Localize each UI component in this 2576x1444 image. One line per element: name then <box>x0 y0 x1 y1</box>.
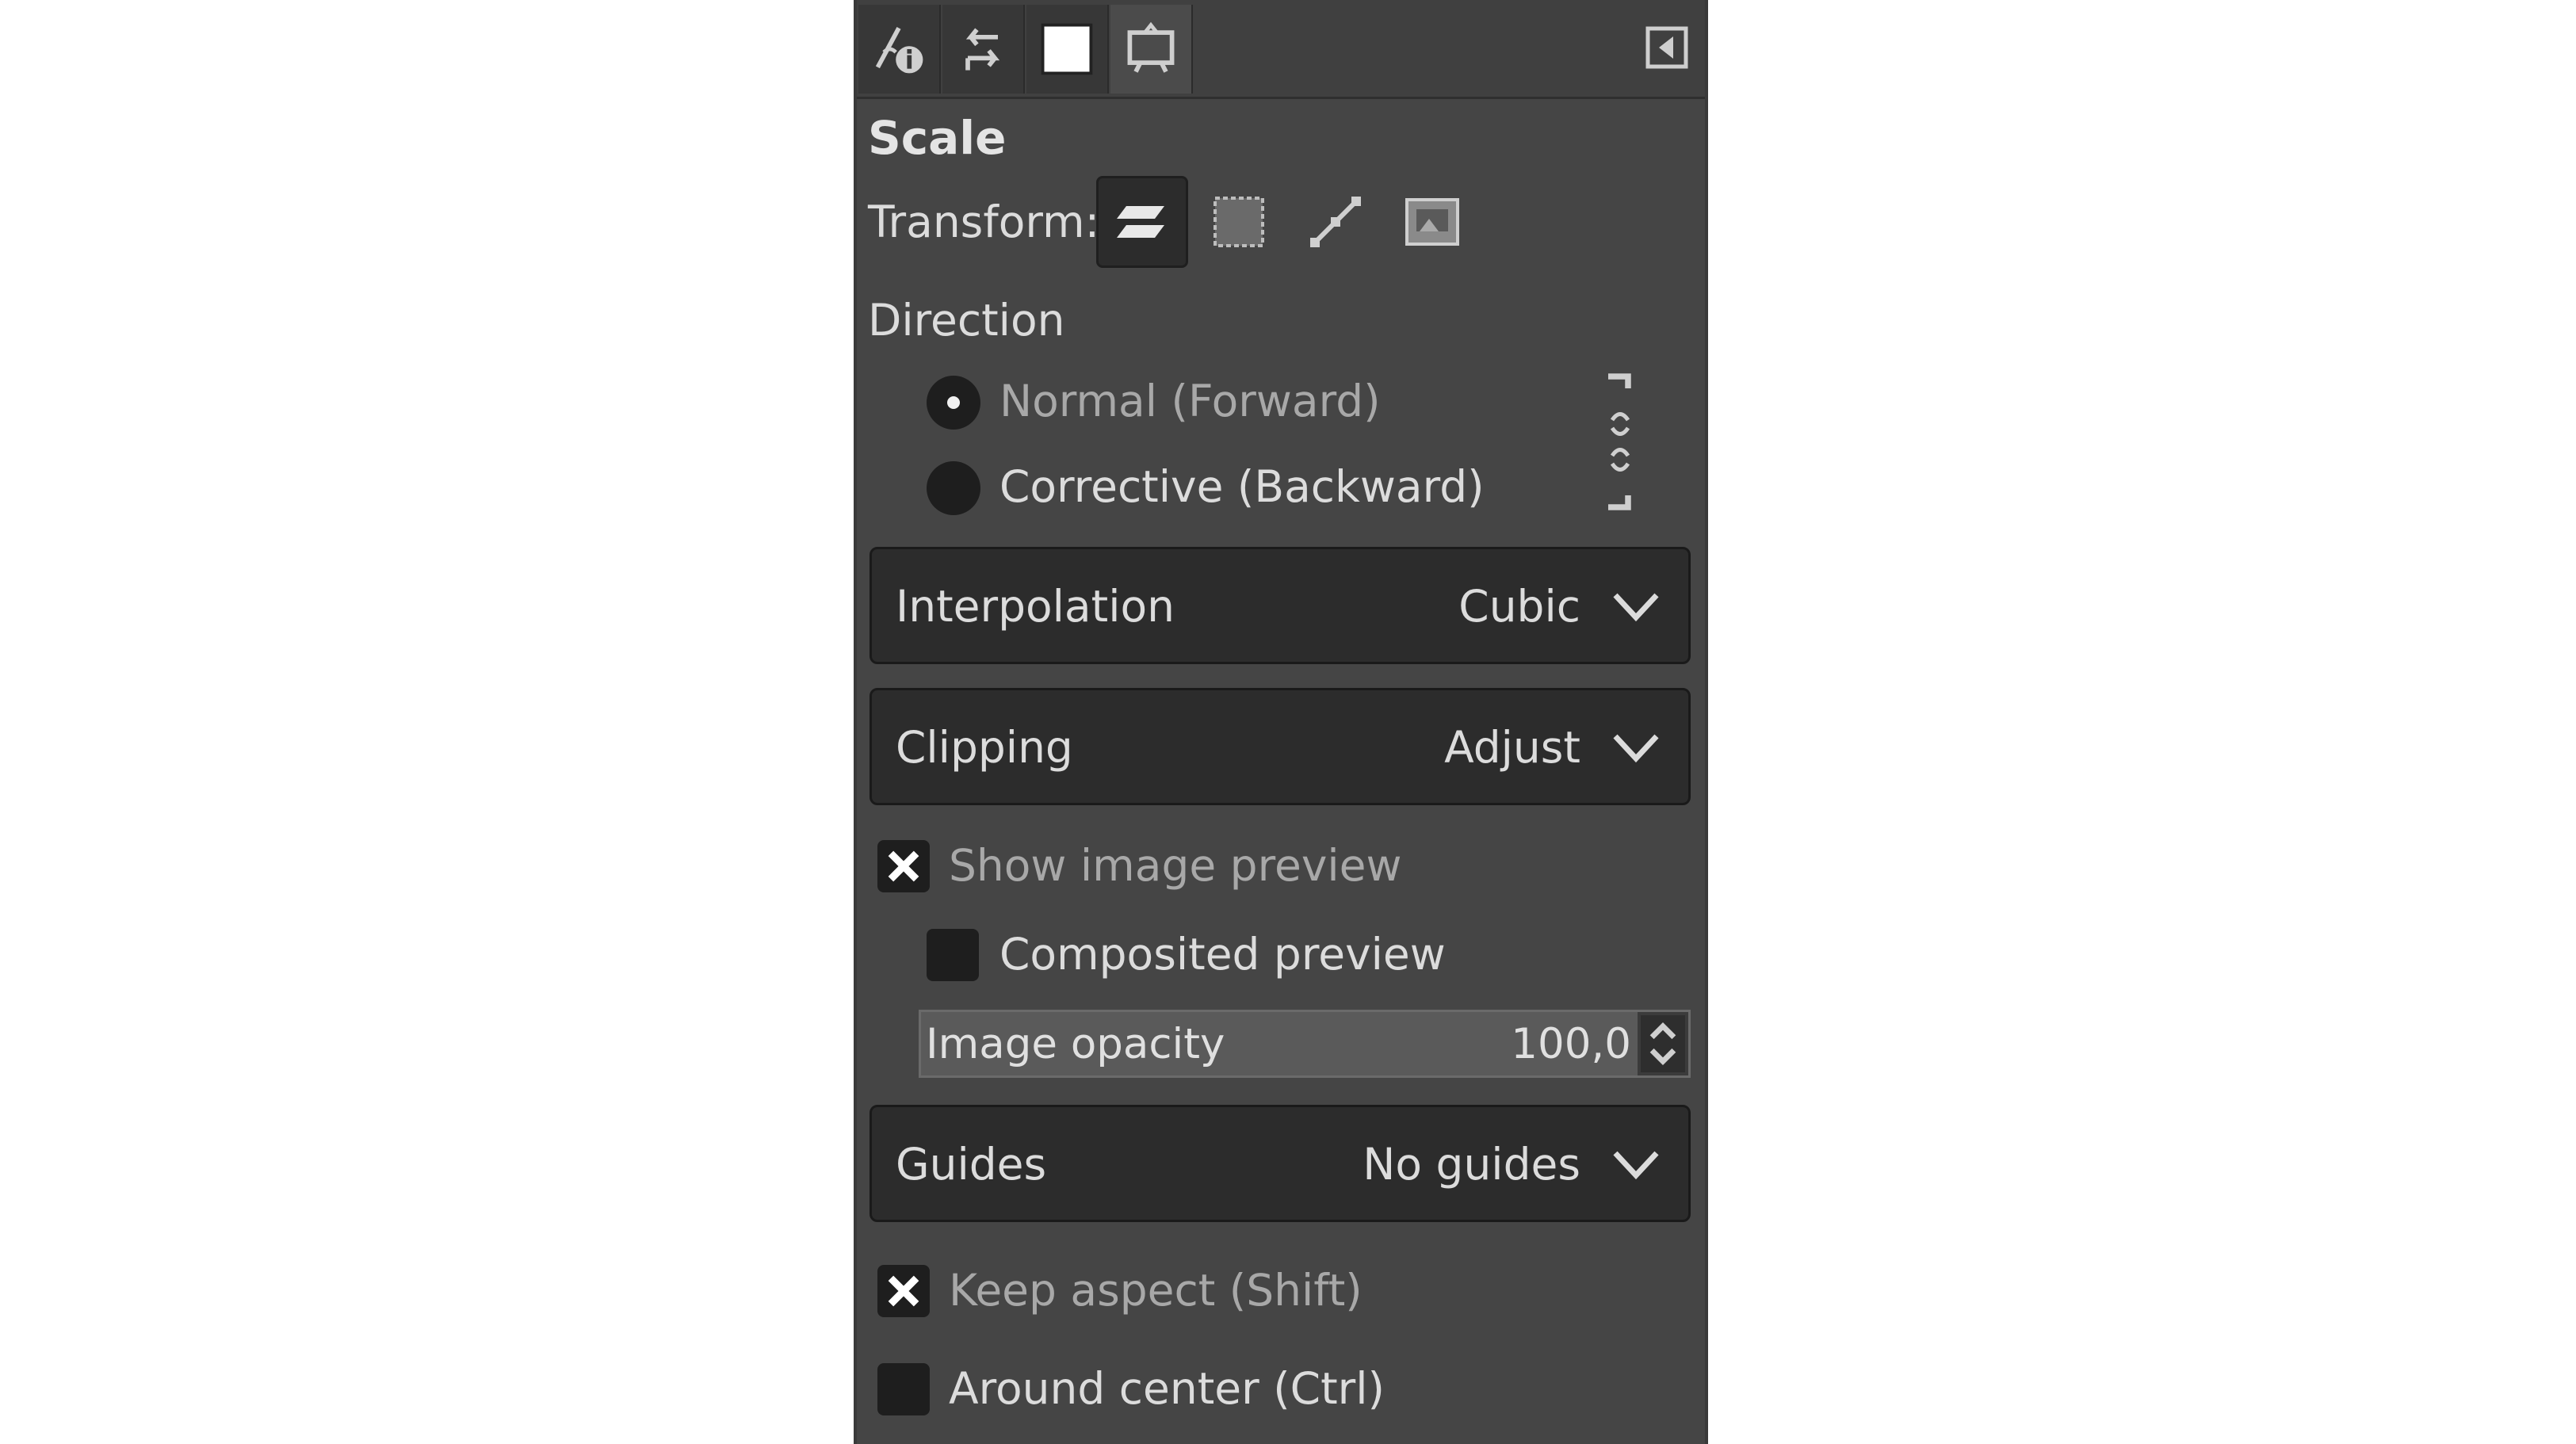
images-icon <box>1127 21 1175 73</box>
undo-history-icon <box>965 28 1000 71</box>
direction-backward-label[interactable]: Corrective (Backward) <box>999 461 1485 512</box>
show-preview-checkbox[interactable] <box>877 840 930 892</box>
clipping-value: Adjust <box>1444 722 1580 773</box>
tool-title: Scale <box>868 111 1007 165</box>
spin-arrows-icon[interactable] <box>1641 1015 1685 1072</box>
show-preview-label[interactable]: Show image preview <box>949 840 1401 891</box>
chain-link-icon[interactable] <box>1600 372 1640 515</box>
path-icon <box>1310 197 1361 247</box>
color-swatch-icon <box>1041 23 1093 75</box>
direction-backward-radio[interactable] <box>927 461 980 515</box>
keep-aspect-label[interactable]: Keep aspect (Shift) <box>949 1265 1363 1316</box>
tab-fg-bg-colors[interactable] <box>1026 5 1109 94</box>
clipping-label: Clipping <box>896 722 1073 773</box>
chevron-down-icon <box>1613 734 1659 763</box>
tab-images[interactable] <box>1110 5 1193 94</box>
chevron-down-icon <box>1613 593 1659 622</box>
image-opacity-label: Image opacity <box>926 1020 1225 1068</box>
around-center-checkbox[interactable] <box>877 1363 930 1415</box>
composited-preview-label[interactable]: Composited preview <box>999 929 1446 980</box>
image-icon <box>1405 198 1459 246</box>
image-opacity-value: 100,0 <box>1511 1020 1631 1068</box>
interpolation-value: Cubic <box>1458 581 1580 632</box>
interpolation-combo[interactable]: Interpolation Cubic <box>869 547 1691 664</box>
direction-forward-label[interactable]: Normal (Forward) <box>999 376 1381 426</box>
around-center-label[interactable]: Around center (Ctrl) <box>949 1363 1385 1414</box>
interpolation-label: Interpolation <box>896 581 1175 632</box>
tool-options-icon <box>875 27 923 74</box>
radio-selected-dot <box>947 396 960 409</box>
tab-tool-options[interactable] <box>858 5 941 94</box>
direction-label: Direction <box>868 295 1065 346</box>
transform-path-button[interactable] <box>1290 176 1382 268</box>
transform-label: Transform: <box>868 197 1100 247</box>
guides-value: No guides <box>1363 1139 1580 1190</box>
dock-menu-icon[interactable] <box>1645 25 1689 70</box>
transform-selection-button[interactable] <box>1193 176 1285 268</box>
chevron-down-icon <box>1613 1151 1659 1180</box>
tab-undo-history[interactable] <box>942 5 1025 94</box>
dock-tab-bar <box>857 0 1705 99</box>
check-x-icon <box>888 1275 919 1307</box>
check-x-icon <box>888 850 919 882</box>
transform-image-button[interactable] <box>1386 176 1478 268</box>
tool-options-panel: Scale Transform: Direction Normal (Forwa <box>854 0 1708 1444</box>
composited-preview-checkbox[interactable] <box>927 929 979 981</box>
guides-combo[interactable]: Guides No guides <box>869 1105 1691 1222</box>
image-opacity-slider[interactable]: Image opacity 100,0 <box>919 1010 1691 1078</box>
keep-aspect-checkbox[interactable] <box>877 1265 930 1317</box>
selection-icon <box>1213 197 1264 247</box>
layer-icon <box>1117 206 1164 238</box>
clipping-combo[interactable]: Clipping Adjust <box>869 688 1691 805</box>
guides-label: Guides <box>896 1139 1047 1190</box>
transform-layer-button[interactable] <box>1096 176 1188 268</box>
direction-forward-radio[interactable] <box>927 376 980 430</box>
